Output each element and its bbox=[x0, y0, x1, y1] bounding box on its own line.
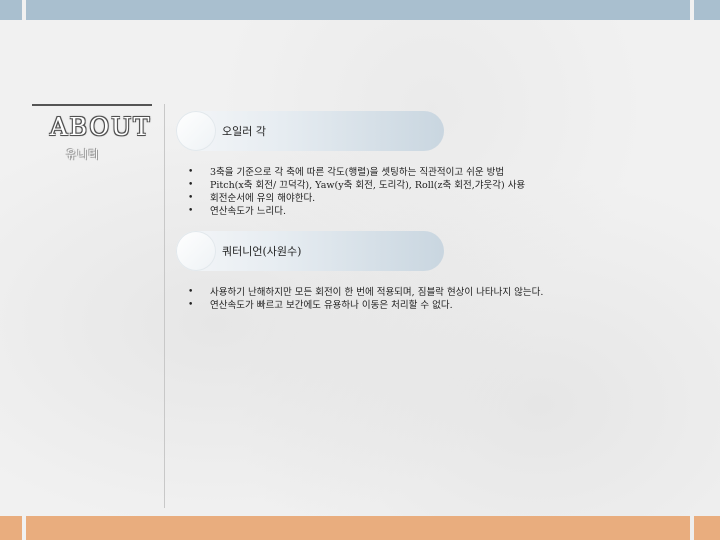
top-bar-left-segment bbox=[0, 0, 22, 20]
bullet-icon: • bbox=[188, 287, 194, 297]
title-rule bbox=[32, 104, 152, 106]
section-header-label: 쿼터니언(사원수) bbox=[222, 245, 302, 258]
list-item: • 연산속도가 느리다. bbox=[188, 205, 525, 218]
top-bar-center-segment bbox=[26, 0, 690, 20]
list-item-text: 사용하기 난해하지만 모든 회전이 한 번에 적용되며, 짐블락 현상이 나타나… bbox=[210, 287, 544, 298]
bullet-icon: • bbox=[188, 206, 194, 216]
bottom-accent-bar bbox=[0, 516, 720, 540]
top-accent-bar bbox=[0, 0, 720, 20]
section-header-quaternion: 쿼터니언(사원수) bbox=[176, 231, 444, 271]
sidebar-divider bbox=[164, 104, 165, 508]
list-item-text: 회전순서에 유의 해야한다. bbox=[210, 193, 316, 204]
list-item-text: 연산속도가 느리다. bbox=[210, 206, 286, 217]
list-item: • 사용하기 난해하지만 모든 회전이 한 번에 적용되며, 짐블락 현상이 나타… bbox=[188, 286, 543, 299]
list-item-text: Pitch(x축 회전/ 끄덕각), Yaw(y축 회전, 도리각), Roll… bbox=[210, 180, 526, 191]
bullet-icon: • bbox=[188, 180, 194, 190]
section-header-cap bbox=[176, 111, 216, 151]
bullet-list-quaternion: • 사용하기 난해하지만 모든 회전이 한 번에 적용되며, 짐블락 현상이 나타… bbox=[188, 286, 543, 312]
bottom-bar-center-segment bbox=[26, 516, 690, 540]
slide-subtitle: 유니티 bbox=[66, 148, 100, 161]
bullet-list-euler: • 3축을 기준으로 각 축에 따른 각도(행렬)을 셋팅하는 직관적이고 쉬운 … bbox=[188, 166, 525, 218]
list-item: • 3축을 기준으로 각 축에 따른 각도(행렬)을 셋팅하는 직관적이고 쉬운 … bbox=[188, 166, 525, 179]
section-header-cap bbox=[176, 231, 216, 271]
top-bar-right-segment bbox=[694, 0, 720, 20]
list-item: • 회전순서에 유의 해야한다. bbox=[188, 192, 525, 205]
bullet-icon: • bbox=[188, 300, 194, 310]
bottom-bar-left-segment bbox=[0, 516, 22, 540]
list-item: • 연산속도가 빠르고 보간에도 유용하나 이동은 처리할 수 없다. bbox=[188, 299, 543, 312]
list-item-text: 연산속도가 빠르고 보간에도 유용하나 이동은 처리할 수 없다. bbox=[210, 300, 453, 311]
list-item-text: 3축을 기준으로 각 축에 따른 각도(행렬)을 셋팅하는 직관적이고 쉬운 방… bbox=[210, 167, 505, 178]
list-item: • Pitch(x축 회전/ 끄덕각), Yaw(y축 회전, 도리각), Rol… bbox=[188, 179, 525, 192]
bullet-icon: • bbox=[188, 193, 194, 203]
bottom-bar-right-segment bbox=[694, 516, 720, 540]
slide-title: ABOUT bbox=[50, 113, 152, 141]
bullet-icon: • bbox=[188, 167, 194, 177]
section-header-label: 오일러 각 bbox=[222, 125, 266, 138]
section-header-euler: 오일러 각 bbox=[176, 111, 444, 151]
